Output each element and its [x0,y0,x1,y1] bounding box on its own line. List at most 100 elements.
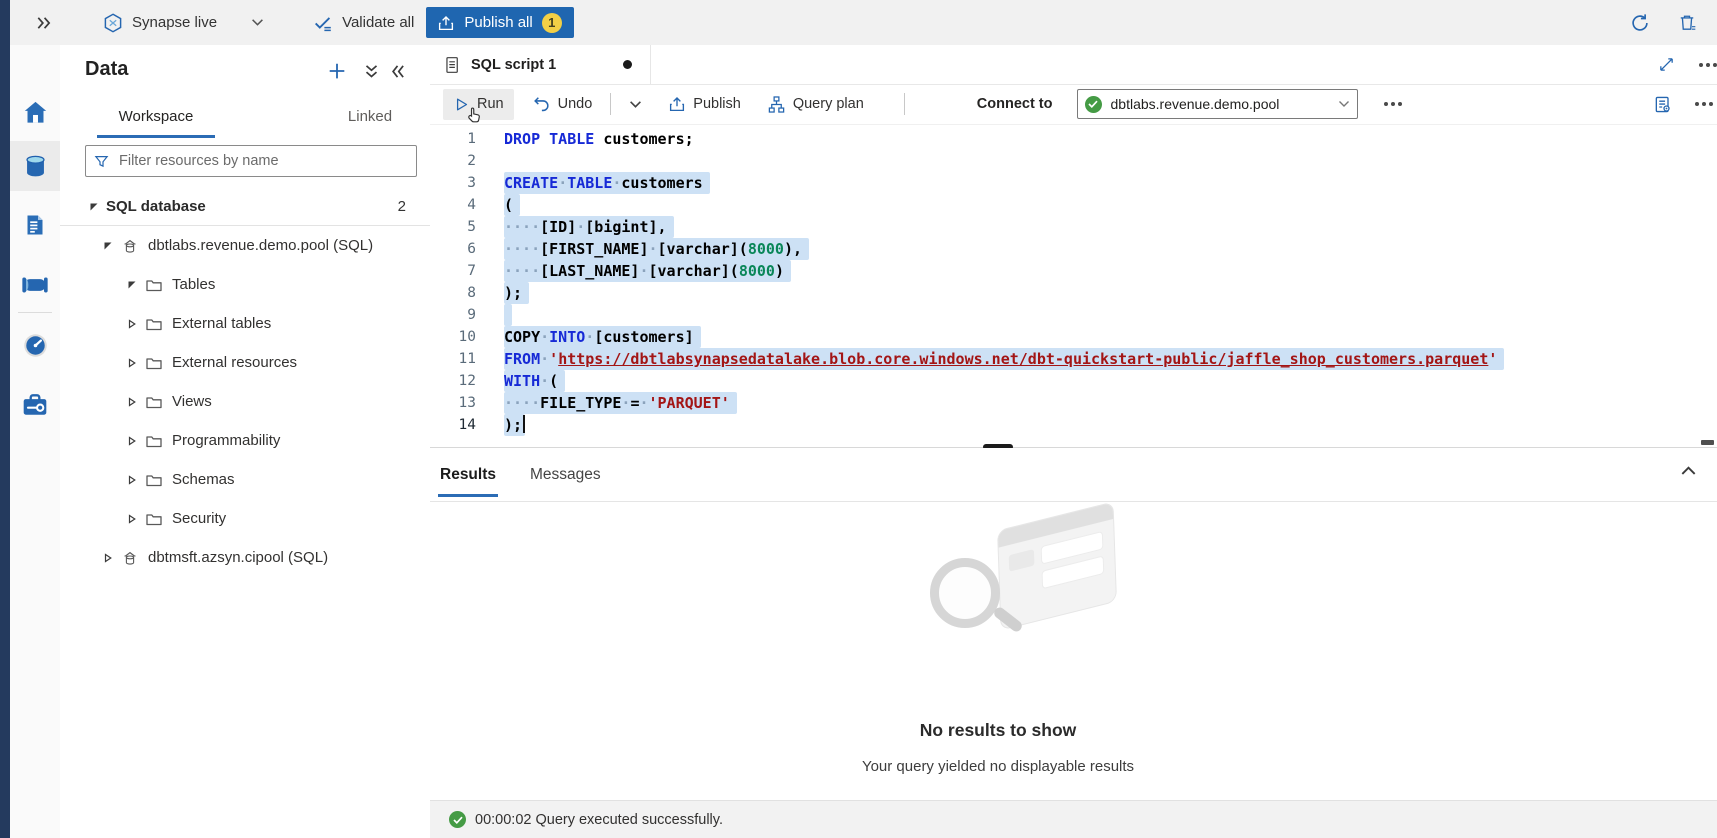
code-line-text: ); [504,414,525,436]
tree-item[interactable]: External resources [60,343,430,382]
expanded-twisty-icon[interactable] [88,202,100,212]
data-explorer-panel: Data Workspace Linked SQL database2dbtla… [60,45,431,838]
left-edge-strip [0,0,10,838]
tree-item[interactable]: dbtlabs.revenue.demo.pool (SQL) [60,226,430,265]
tree-item[interactable]: Schemas [60,460,430,499]
tab-workspace[interactable]: Workspace [97,100,215,142]
upload-icon [437,14,455,32]
tree-item[interactable]: Programmability [60,421,430,460]
publish-all-label: Publish all [464,14,532,31]
resource-tree: SQL database2dbtlabs.revenue.demo.pool (… [60,187,430,577]
scrollbar-mark [1701,440,1714,445]
synapse-studio-window: Synapse live Validate all Publish all 1 [0,0,1717,838]
tree-item-label: dbtmsft.azsyn.cipool (SQL) [148,549,328,566]
editor-more-actions-icon[interactable] [1695,102,1699,106]
toolbar-divider [904,93,905,115]
chevron-down-icon [1338,100,1350,108]
collapse-results-icon[interactable] [1680,465,1697,476]
document-tabbar: SQL script 1 [430,45,1717,85]
query-plan-icon [767,95,786,114]
tree-item[interactable]: dbtmsft.azsyn.cipool (SQL) [60,538,430,577]
tree-item[interactable]: Tables [60,265,430,304]
top-command-bar: Synapse live Validate all Publish all 1 [10,0,1717,46]
workspace-mode-label: Synapse live [132,14,217,31]
line-number: 4 [430,194,476,216]
panel-title: Data [85,58,128,81]
code-line: 6····[FIRST_NAME]·[varchar](8000), [430,238,1717,260]
pool-connected-icon [1085,96,1102,113]
publish-all-button[interactable]: Publish all 1 [426,7,573,38]
connect-more-icon[interactable] [1384,102,1388,106]
nav-home-icon[interactable] [10,90,60,134]
tree-item[interactable]: Views [60,382,430,421]
code-line-text: CREATE·TABLE·customers [504,172,710,194]
line-number: 8 [430,282,476,304]
nav-integrate-icon[interactable] [10,263,60,307]
tab-title: SQL script 1 [471,57,556,73]
filter-resources-box [85,145,417,177]
sql-code-editor[interactable]: 1DROP TABLE customers;23CREATE·TABLE·cus… [430,125,1717,448]
tree-item-label: External tables [172,315,271,332]
validate-check-icon [312,12,334,34]
collapse-all-icon[interactable] [364,64,379,79]
text-cursor [523,415,525,433]
code-line-text: ····[ID]·[bigint], [504,216,674,238]
code-line: 2 [430,150,1717,172]
results-panel: Results Messages No results [430,448,1717,800]
line-number: 12 [430,370,476,392]
expanded-twisty-icon[interactable] [102,241,114,251]
code-line-text: ); [504,282,529,304]
line-number: 13 [430,392,476,414]
tree-item[interactable]: External tables [60,304,430,343]
collapse-panel-icon[interactable] [390,64,405,79]
refresh-icon[interactable] [1629,12,1651,34]
tree-item-label: Security [172,510,226,527]
tree-item-label: Views [172,393,212,410]
empty-results-title: No results to show [430,720,1566,741]
code-line: 1DROP TABLE customers; [430,128,1717,150]
validate-all-button[interactable]: Validate all [312,12,414,34]
collapsed-twisty-icon[interactable] [102,553,114,563]
code-line-text: FROM·'https://dbtlabsynapsedatalake.blob… [504,348,1504,370]
nav-monitor-icon[interactable] [10,323,60,367]
tree-item[interactable]: Security [60,499,430,538]
undo-label: Undo [558,96,593,112]
collapsed-twisty-icon[interactable] [126,358,138,368]
tree-item[interactable]: SQL database2 [60,187,430,226]
code-line-text [504,304,512,326]
folder-icon [144,434,164,448]
pool-select-dropdown[interactable]: dbtlabs.revenue.demo.pool [1077,89,1358,119]
expand-menu-icon[interactable] [36,16,52,30]
expand-editor-icon[interactable] [1658,56,1675,73]
nav-data-icon[interactable] [10,141,60,191]
query-plan-button[interactable]: Query plan [757,88,874,121]
undo-button[interactable]: Undo [522,88,603,121]
tab-more-actions-icon[interactable] [1699,63,1703,67]
collapsed-twisty-icon[interactable] [126,436,138,446]
line-number: 9 [430,304,476,326]
tab-sql-script[interactable]: SQL script 1 [430,45,651,84]
validate-all-label: Validate all [342,14,414,31]
no-results-illustration [430,510,1566,650]
discard-trash-icon[interactable] [1677,12,1697,33]
nav-develop-icon[interactable] [10,203,60,247]
collapsed-twisty-icon[interactable] [126,514,138,524]
expanded-twisty-icon[interactable] [126,280,138,290]
folder-icon [144,395,164,409]
tab-linked[interactable]: Linked [320,100,420,142]
add-resource-button[interactable] [328,62,346,80]
rail-divider [18,312,52,313]
undo-redo-chevron[interactable] [619,93,652,116]
collapsed-twisty-icon[interactable] [126,397,138,407]
folder-icon [144,317,164,331]
tree-item-label: SQL database [106,198,206,215]
properties-icon[interactable] [1653,94,1673,115]
collapsed-twisty-icon[interactable] [126,475,138,485]
sql-script-icon [443,55,462,75]
run-button[interactable]: Run [443,89,514,120]
filter-resources-input[interactable] [117,152,408,170]
workspace-mode-dropdown[interactable]: Synapse live [102,12,264,34]
nav-manage-icon[interactable] [10,383,60,427]
publish-button[interactable]: Publish [658,88,751,120]
collapsed-twisty-icon[interactable] [126,319,138,329]
